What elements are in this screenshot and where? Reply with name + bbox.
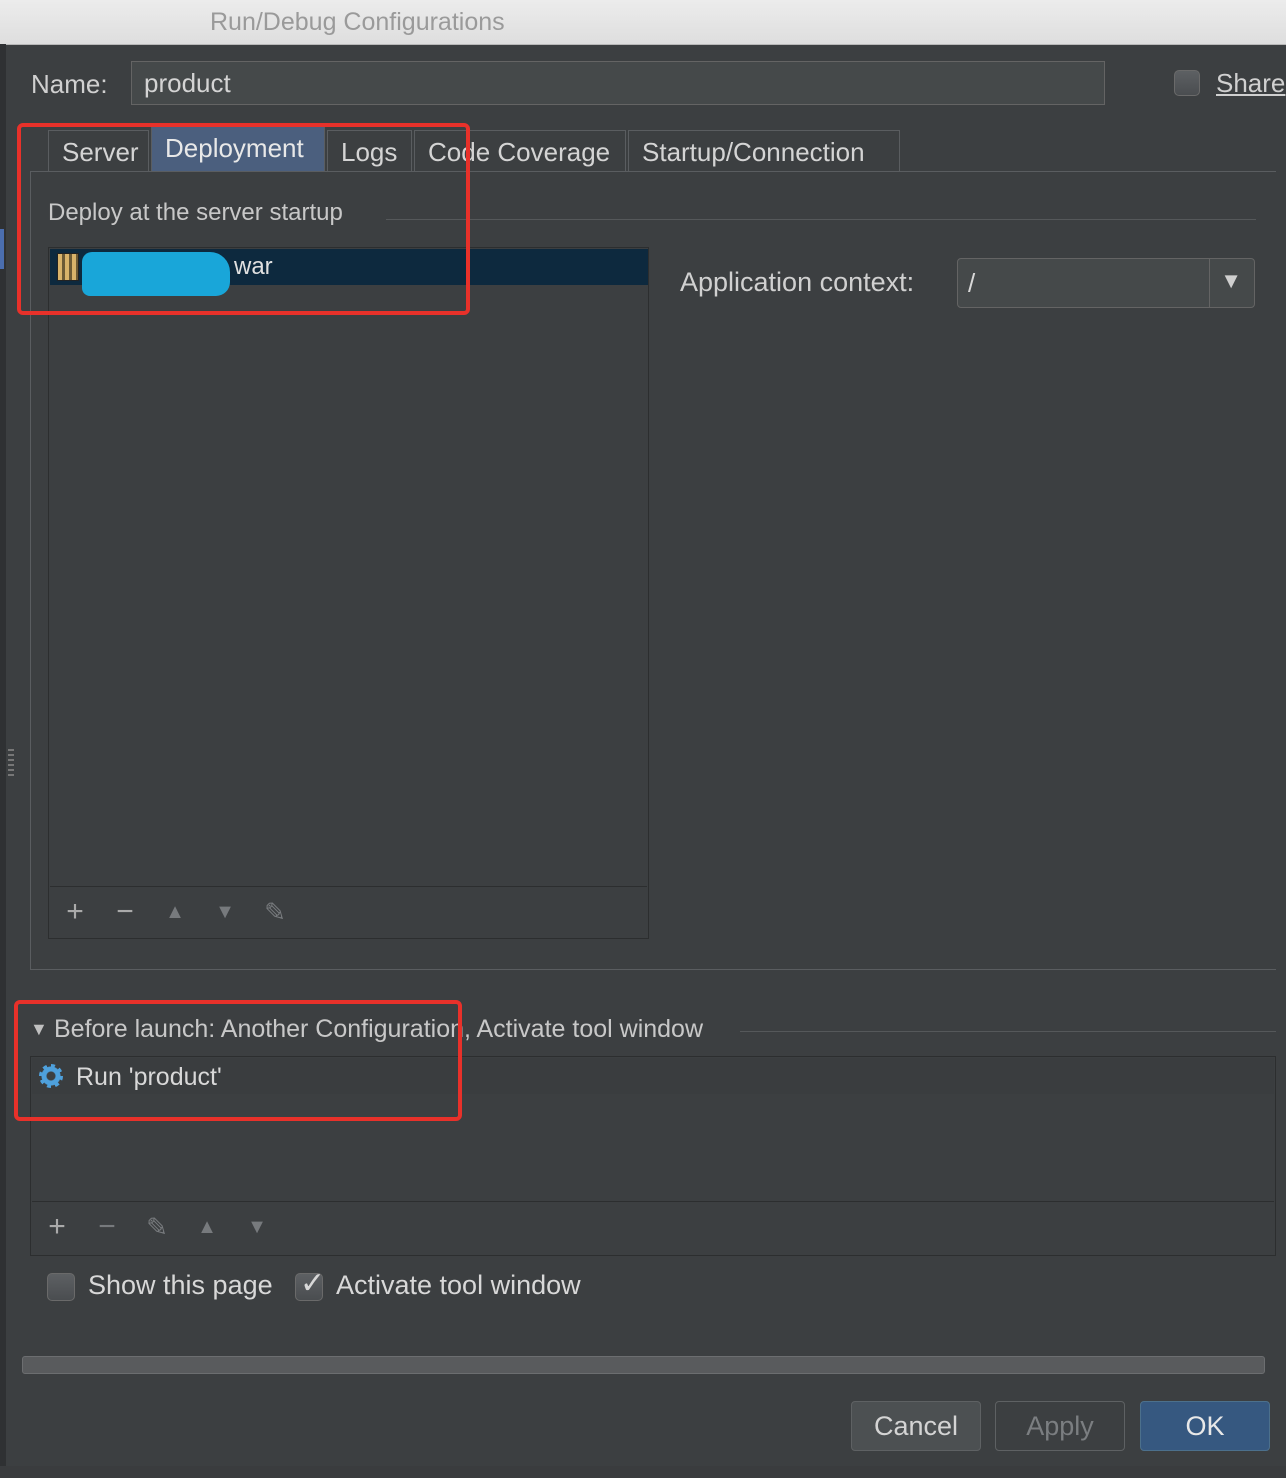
apply-button[interactable]: Apply [995, 1401, 1125, 1451]
splitter-mark [0, 229, 4, 269]
deployment-list-toolbar: + − ▲ ▼ ✎ [50, 886, 647, 937]
activate-tool-window-label: Activate tool window [336, 1270, 581, 1300]
add-icon[interactable]: + [40, 1210, 74, 1244]
show-page-checkbox-box[interactable] [47, 1273, 75, 1301]
name-label: Name: [31, 69, 108, 99]
cancel-button[interactable]: Cancel [851, 1401, 981, 1451]
highlight-box-tabs [17, 123, 470, 315]
chevron-down-icon[interactable]: ▼ [1220, 268, 1242, 294]
before-launch-toolbar: + − ✎ ▲ ▼ [32, 1201, 1274, 1254]
activate-checkbox-box[interactable]: ✓ [295, 1267, 325, 1301]
application-context-value: / [968, 268, 976, 298]
application-context-combo[interactable]: / ▼ [957, 258, 1255, 308]
horizontal-scrollbar[interactable] [22, 1356, 1265, 1374]
name-input[interactable]: product [131, 61, 1105, 105]
highlight-box-before-launch [14, 1000, 462, 1121]
bottom-tool-strip [0, 1466, 1286, 1478]
ok-button[interactable]: OK [1140, 1401, 1270, 1451]
before-launch-divider [740, 1031, 1276, 1032]
section-divider [386, 219, 1256, 220]
tab-startup-connection[interactable]: Startup/Connection [628, 130, 900, 172]
edit-pencil-icon[interactable]: ✎ [258, 895, 292, 929]
title-bar: Run/Debug Configurations [0, 0, 1286, 45]
splitter-grip-icon[interactable] [8, 749, 14, 779]
deployment-list[interactable]: war + − ▲ ▼ ✎ [48, 247, 649, 939]
application-context-label: Application context: [680, 267, 915, 297]
checkmark-icon: ✓ [300, 1267, 326, 1300]
window-title: Run/Debug Configurations [210, 8, 505, 36]
share-checkbox-box[interactable] [1174, 70, 1200, 96]
left-splitter[interactable] [0, 44, 14, 1478]
remove-icon[interactable]: − [90, 1210, 124, 1244]
remove-icon[interactable]: − [108, 895, 142, 929]
move-down-icon[interactable]: ▼ [240, 1210, 274, 1244]
move-down-icon[interactable]: ▼ [208, 895, 242, 929]
add-icon[interactable]: + [58, 895, 92, 929]
edit-pencil-icon[interactable]: ✎ [140, 1210, 174, 1244]
move-up-icon[interactable]: ▲ [190, 1210, 224, 1244]
move-up-icon[interactable]: ▲ [158, 895, 192, 929]
combo-separator [1209, 259, 1210, 307]
show-page-label: Show this page [88, 1270, 273, 1300]
share-label: Share [1216, 68, 1286, 98]
